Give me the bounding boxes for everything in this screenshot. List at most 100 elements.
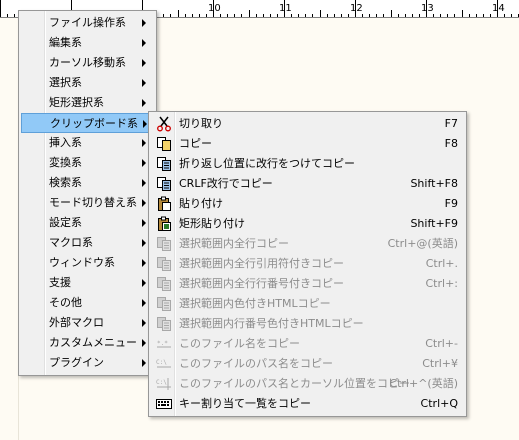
submenu-arrow-icon	[142, 19, 146, 27]
menu-item-label: 変換系	[49, 156, 82, 169]
menu-item-label: コピー	[179, 137, 212, 150]
submenu-arrow-icon	[142, 179, 146, 187]
menu-item[interactable]: 選択範囲内行番号色付きHTMLコピー	[151, 314, 464, 334]
scissors-icon	[156, 116, 172, 132]
menu-item[interactable]: ウィンドウ系	[21, 253, 154, 273]
menu-item[interactable]: カスタムメニュー	[21, 333, 154, 353]
menu-item[interactable]: 選択範囲内色付きHTMLコピー	[151, 294, 464, 314]
copy-all-icon	[156, 236, 172, 252]
menu-item-label: このファイルのパス名とカーソル位置をコピー	[179, 377, 410, 390]
menu-item[interactable]: 選択範囲内全行行番号付きコピー Ctrl+:	[151, 274, 464, 294]
submenu-arrow-icon	[142, 79, 146, 87]
menu-item-shortcut: Ctrl+.	[425, 257, 458, 270]
menu-item[interactable]: プラグイン	[21, 353, 154, 373]
submenu-arrow-icon	[142, 59, 146, 67]
copy-html-icon	[156, 296, 172, 312]
menu-item[interactable]: 矩形選択系	[21, 93, 154, 113]
menu-item-label: キー割り当て一覧をコピー	[179, 397, 311, 410]
menu-item-label: 外部マクロ	[49, 316, 104, 329]
menu-item[interactable]: コピー F8	[151, 134, 464, 154]
menu-item[interactable]: クリップボード系	[21, 113, 154, 133]
menu-item-label: マクロ系	[49, 236, 93, 249]
svg-text:C:\: C:\	[156, 359, 167, 366]
paste-box-icon	[156, 216, 172, 232]
submenu-arrow-icon	[142, 279, 146, 287]
menu-item-label: クリップボード系	[50, 117, 138, 130]
submenu-arrow-icon	[142, 199, 146, 207]
svg-text:*.*: *.*	[157, 340, 168, 347]
menu-item[interactable]: C:\ このファイルのパス名をコピー Ctrl+¥	[151, 354, 464, 374]
menu-item-label: カスタムメニュー	[49, 336, 137, 349]
menu-item[interactable]: 挿入系	[21, 133, 154, 153]
keyboard-icon	[156, 396, 172, 412]
ruler-label: 11	[279, 3, 292, 14]
menu-item-shortcut: Ctrl+Q	[420, 397, 458, 410]
ruler-label: 13	[421, 3, 434, 14]
copy-wrap-icon	[156, 156, 172, 172]
submenu-arrow-icon	[142, 99, 146, 107]
copy-icon	[156, 136, 172, 152]
menu-item-label: 挿入系	[49, 136, 82, 149]
submenu-arrow-icon	[143, 120, 147, 128]
menu-item-label: このファイル名をコピー	[179, 337, 300, 350]
menu-item[interactable]: 編集系	[21, 33, 154, 53]
menu-item-shortcut: F9	[444, 197, 458, 210]
menu-item[interactable]: 外部マクロ	[21, 313, 154, 333]
menu-item[interactable]: 矩形貼り付け Shift+F9	[151, 214, 464, 234]
menu-item-label: その他	[49, 296, 82, 309]
menu-item-label: 選択範囲内全行コピー	[179, 237, 289, 250]
menu-item-shortcut: Shift+F9	[410, 217, 458, 230]
menu-item[interactable]: 設定系	[21, 213, 154, 233]
menu-item-label: プラグイン	[49, 356, 104, 369]
ruler-label: 14	[492, 3, 505, 14]
copy-html-linenum-icon	[156, 316, 172, 332]
menu-item[interactable]: カーソル移動系	[21, 53, 154, 73]
menu-item[interactable]: モード切り替え系	[21, 193, 154, 213]
menu-item[interactable]: CRLF改行でコピー Shift+F8	[151, 174, 464, 194]
menu-item[interactable]: マクロ系	[21, 233, 154, 253]
menu-item-label: ウィンドウ系	[49, 256, 115, 269]
menu-item[interactable]: 切り取り F7	[151, 114, 464, 134]
menu-item-label: 選択系	[49, 76, 82, 89]
menu-item[interactable]: *.* このファイル名をコピー Ctrl+-	[151, 334, 464, 354]
menu-item-label: モード切り替え系	[49, 196, 137, 209]
menu-item-shortcut: Ctrl+-	[425, 337, 458, 350]
menu-item[interactable]: 検索系	[21, 173, 154, 193]
menu-item-label: 編集系	[49, 36, 82, 49]
menu-item[interactable]: 選択範囲内全行引用符付きコピー Ctrl+.	[151, 254, 464, 274]
menu-item[interactable]: 変換系	[21, 153, 154, 173]
menu-item-shortcut: Ctrl+^(英語)	[389, 377, 458, 390]
menu-item-shortcut: Shift+F8	[410, 177, 458, 190]
menu-item[interactable]: キー割り当て一覧をコピー Ctrl+Q	[151, 394, 464, 414]
menu-item-label: CRLF改行でコピー	[179, 177, 273, 190]
menu-item-label: 貼り付け	[179, 197, 223, 210]
menu-item[interactable]: その他	[21, 293, 154, 313]
menu-item[interactable]: 折り返し位置に改行をつけてコピー	[151, 154, 464, 174]
menu-item-label: カーソル移動系	[49, 56, 126, 69]
copy-crlf-icon	[156, 176, 172, 192]
menu-item-shortcut: F7	[444, 117, 458, 130]
submenu-arrow-icon	[142, 159, 146, 167]
ruler-label: 12	[350, 3, 363, 14]
menu-item-label: 検索系	[49, 176, 82, 189]
menu-item-shortcut: Ctrl+¥	[422, 357, 458, 370]
menu-item[interactable]: 貼り付け F9	[151, 194, 464, 214]
menu-item[interactable]: 選択系	[21, 73, 154, 93]
menu-item-label: 支援	[49, 276, 71, 289]
menu-item-label: 矩形選択系	[49, 96, 104, 109]
ruler-label: 10	[208, 3, 221, 14]
menu-item[interactable]: 支援	[21, 273, 154, 293]
submenu-arrow-icon	[142, 319, 146, 327]
filepath-cursor-icon: C:\	[156, 376, 172, 392]
menu-item[interactable]: 選択範囲内全行コピー Ctrl+@(英語)	[151, 234, 464, 254]
submenu-arrow-icon	[142, 339, 146, 347]
submenu-arrow-icon	[142, 219, 146, 227]
menu-item[interactable]: C:\ このファイルのパス名とカーソル位置をコピー Ctrl+^(英語)	[151, 374, 464, 394]
submenu-arrow-icon	[142, 359, 146, 367]
paste-icon	[156, 196, 172, 212]
menu-item[interactable]: ファイル操作系	[21, 13, 154, 33]
menu-item-label: 選択範囲内色付きHTMLコピー	[179, 297, 331, 310]
filepath-icon: C:\	[156, 356, 172, 372]
copy-quote-icon	[156, 256, 172, 272]
menu-item-label: ファイル操作系	[49, 16, 126, 29]
